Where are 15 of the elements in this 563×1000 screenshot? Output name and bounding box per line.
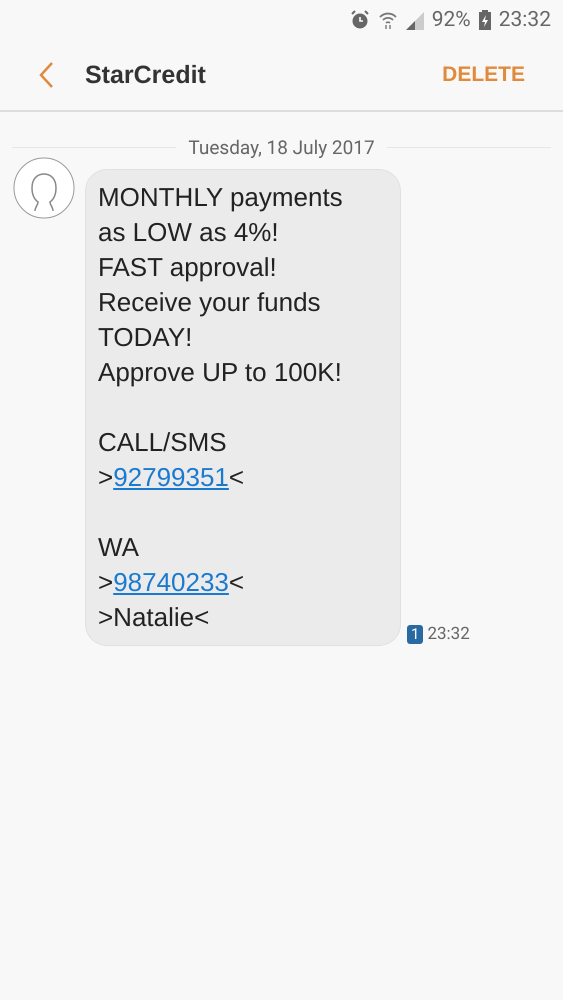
delete-button[interactable]: DELETE [442,63,525,87]
phone-link[interactable]: 98740233 [113,567,229,597]
sim-badge: 1 [407,624,424,644]
wifi-icon [378,10,398,30]
message-time: 23:32 [427,624,470,644]
signal-icon [406,10,424,30]
conversation-title: StarCredit [85,60,206,90]
alarm-icon [350,10,370,30]
battery-percentage: 92% [432,8,471,32]
date-divider: Tuesday, 18 July 2017 [188,136,375,159]
avatar-icon [13,157,75,219]
status-time: 23:32 [498,8,551,32]
message-text: MONTHLY payments as LOW as 4%! FAST approval! Receive your funds TODAY! Approve UP to 100K! CALL/SMS >92799351< WA >98740233< >Natalie< [98,181,344,634]
battery-charging-icon [478,10,491,30]
phone-link[interactable]: 92799351 [113,462,229,492]
